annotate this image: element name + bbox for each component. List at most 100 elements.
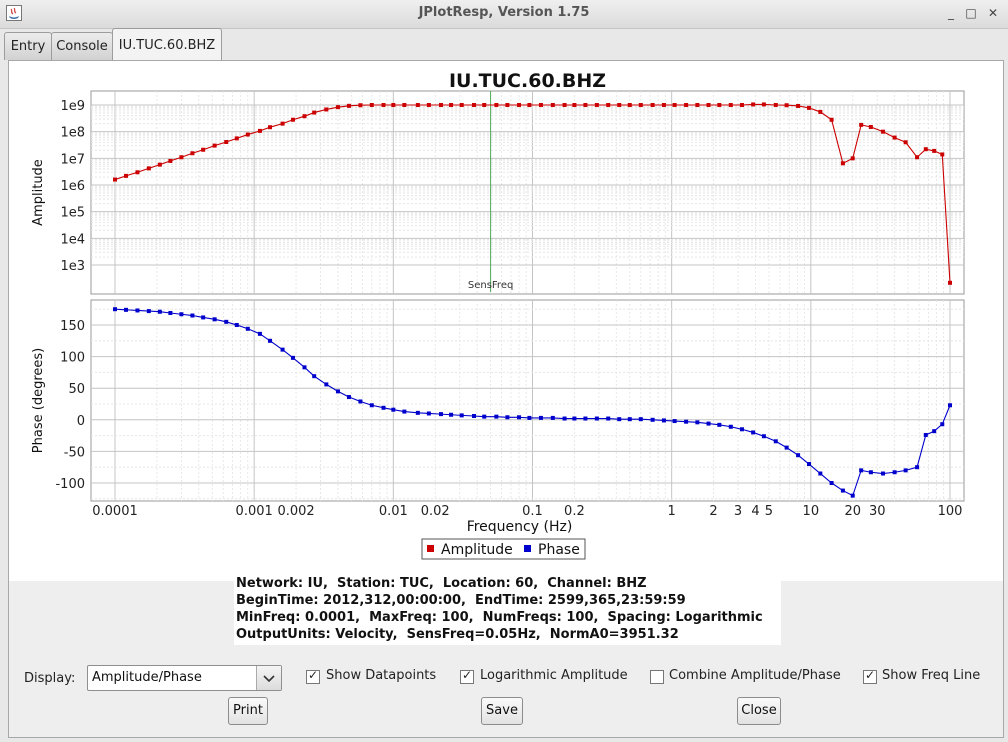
phase-datapoint: [212, 317, 217, 322]
amplitude-datapoint: [369, 103, 374, 107]
amplitude-datapoint: [550, 103, 555, 107]
phase-datapoint: [157, 309, 162, 314]
legend-label-amplitude: Amplitude: [441, 542, 513, 558]
x-tick-label: 3: [734, 504, 742, 519]
amplitude-datapoint: [661, 103, 666, 107]
phase-tick-label: 50: [68, 382, 85, 397]
amplitude-datapoint: [449, 103, 454, 107]
amplitude-datapoint: [784, 103, 789, 108]
amplitude-datapoint: [324, 107, 329, 112]
phase-axis-label: Phase (degrees): [31, 348, 46, 453]
x-tick-label: 0.1: [522, 504, 543, 519]
amplitude-datapoint: [739, 103, 744, 107]
amplitude-datapoint: [482, 103, 487, 107]
combine-label: Combine Amplitude/Phase: [669, 668, 841, 683]
x-tick-label: 10: [803, 504, 820, 519]
phase-datapoint: [494, 414, 499, 419]
phase-datapoint: [527, 415, 532, 420]
amplitude-datapoint: [517, 103, 522, 107]
phase-datapoint: [948, 403, 952, 408]
phase-datapoint: [472, 414, 477, 419]
print-button[interactable]: Print: [228, 697, 268, 725]
legend-swatch-phase: [524, 545, 531, 552]
display-select[interactable]: Amplitude/Phase: [87, 665, 282, 691]
amplitude-datapoint: [527, 103, 532, 107]
amplitude-datapoint: [761, 102, 766, 107]
amplitude-datapoint: [157, 162, 162, 167]
close-button[interactable]: Close: [737, 697, 781, 725]
phase-datapoint: [583, 416, 588, 421]
amplitude-datapoint: [684, 103, 689, 107]
tab-entry[interactable]: Entry: [4, 32, 52, 60]
x-tick-label: 20: [844, 504, 861, 519]
phase-datapoint: [751, 430, 756, 435]
phase-datapoint: [113, 307, 117, 312]
phase-datapoint: [562, 416, 567, 421]
amplitude-datapoint: [381, 103, 386, 107]
combine-checkbox[interactable]: [650, 670, 664, 684]
phase-datapoint: [190, 313, 195, 318]
main-panel: IU.TUC.60.BHZ 1e3 1e4 1e5 1e6 1e7 1e8 1e9 150 100…: [8, 60, 1004, 738]
phase-datapoint: [234, 323, 239, 327]
phase-datapoint: [124, 307, 129, 312]
x-tick-label: 100: [938, 504, 963, 519]
tab-iu-tuc-60-bhz[interactable]: IU.TUC.60.BHZ: [112, 28, 222, 61]
phase-datapoint: [915, 465, 920, 470]
info-line-1: Network: IU, Station: TUC, Location: 60,…: [236, 576, 647, 591]
amplitude-datapoint: [850, 156, 855, 161]
phase-datapoint: [695, 420, 700, 425]
phase-datapoint: [739, 427, 744, 432]
phase-datapoint: [627, 417, 632, 422]
phase-datapoint: [650, 417, 655, 422]
amplitude-datapoint: [948, 280, 952, 285]
amplitude-datapoint: [940, 152, 945, 157]
amplitude-datapoint: [290, 117, 295, 122]
phase-datapoint: [728, 424, 733, 429]
response-info: Network: IU, Station: TUC, Location: 60,…: [234, 575, 781, 645]
phase-datapoint: [312, 374, 317, 379]
amplitude-datapoint: [859, 122, 864, 127]
amplitude-datapoint: [268, 125, 273, 130]
amplitude-datapoint: [257, 128, 262, 133]
amplitude-datapoint: [190, 151, 195, 156]
phase-datapoint: [594, 416, 599, 421]
phase-datapoint: [940, 422, 945, 427]
phase-datapoint: [415, 410, 420, 415]
amplitude-datapoint: [672, 103, 677, 107]
amplitude-datapoint: [391, 103, 396, 107]
amplitude-datapoint: [245, 132, 250, 137]
amplitude-datapoint: [402, 103, 407, 107]
chevron-down-icon[interactable]: [256, 666, 281, 690]
x-tick-label: 2: [709, 504, 717, 519]
phase-tick-label: 0: [77, 414, 85, 429]
save-button[interactable]: Save: [481, 697, 523, 725]
x-tick-label: 0.002: [277, 504, 314, 519]
phase-datapoint: [892, 470, 897, 475]
amplitude-datapoint: [638, 103, 643, 107]
maximize-button[interactable]: □: [962, 4, 980, 22]
x-axis-label: Frequency (Hz): [467, 519, 573, 535]
sens-freq-label: SensFreq: [468, 280, 513, 291]
phase-datapoint: [923, 432, 928, 437]
phase-datapoint: [773, 439, 778, 444]
amplitude-tick-label: 1e5: [60, 206, 85, 221]
amplitude-datapoint: [472, 103, 477, 107]
log-amplitude-checkbox[interactable]: [460, 668, 474, 684]
phase-datapoint: [369, 403, 374, 408]
x-tick-label: 0.2: [564, 504, 585, 519]
phase-tick-label: 100: [60, 351, 85, 366]
phase-tick-label: -50: [64, 445, 85, 460]
minimize-button[interactable]: _: [942, 4, 960, 22]
phase-datapoint: [606, 416, 611, 421]
phase-datapoint: [806, 462, 811, 467]
amplitude-datapoint: [494, 103, 499, 107]
phase-datapoint: [550, 415, 555, 420]
tab-console[interactable]: Console: [51, 32, 113, 60]
x-tick-label: 0.001: [236, 504, 273, 519]
amplitude-datapoint: [201, 147, 206, 152]
phase-datapoint: [850, 493, 855, 498]
show-freq-line-checkbox[interactable]: [863, 668, 877, 684]
show-datapoints-checkbox[interactable]: [306, 668, 320, 684]
close-window-button[interactable]: ✕: [984, 4, 1002, 22]
phase-datapoint: [179, 312, 184, 317]
